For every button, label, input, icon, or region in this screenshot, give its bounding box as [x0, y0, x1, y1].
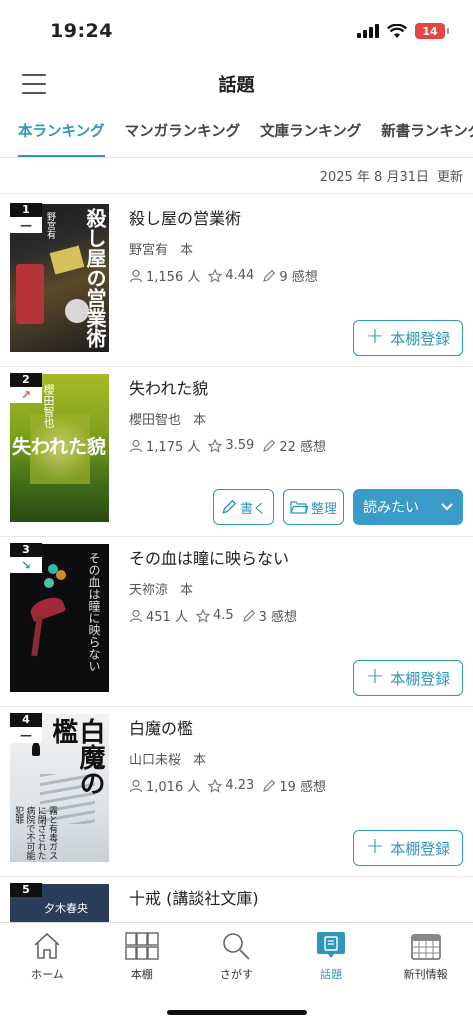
topic-icon — [314, 931, 348, 961]
person-icon — [129, 779, 143, 792]
pen-icon — [263, 269, 276, 282]
list-item[interactable]: 2 ↗ 櫻田智也 失われた貌 失われた貌 櫻田智也本 1,175 人 3.59 … — [0, 367, 473, 537]
wifi-icon — [387, 23, 407, 38]
star-icon — [208, 268, 223, 283]
list-item[interactable]: 3 ↘ その血は瞳に映らない その血は瞳に映らない 天祢涼本 451 人 4.5… — [0, 537, 473, 707]
plus-icon: + — [365, 834, 385, 859]
person-icon — [129, 439, 143, 452]
book-title[interactable]: その血は瞳に映らない — [129, 547, 463, 571]
book-author[interactable]: 櫻田智也 — [129, 413, 181, 428]
book-stats: 1,175 人 3.59 22 感想 — [129, 436, 463, 455]
tab-book-ranking[interactable]: 本ランキング — [18, 106, 105, 157]
bottom-tab-bar: ホーム 本棚 さがす 話題 新刊情報 — [0, 922, 473, 1024]
book-format: 本 — [180, 583, 194, 598]
star-icon — [195, 608, 210, 623]
signal-icon — [357, 24, 379, 38]
status-time: 19:24 — [50, 20, 113, 42]
book-format: 本 — [180, 243, 194, 258]
rank-badge: 2 ↗ — [10, 373, 42, 403]
book-stats: 451 人 4.5 3 感想 — [129, 606, 463, 625]
cover-title: 白魔の檻 — [47, 718, 105, 796]
home-indicator — [166, 1010, 307, 1015]
trend-same-icon: — — [10, 727, 42, 743]
add-to-shelf-button[interactable]: + 本棚登録 — [353, 320, 463, 356]
updated-date: 2025 年 8 月31日 — [319, 170, 429, 185]
person-icon — [129, 609, 143, 622]
tab-shinsho-ranking[interactable]: 新書ランキング — [381, 106, 473, 157]
tab-manga-ranking[interactable]: マンガランキング — [125, 106, 241, 157]
book-author[interactable]: 野宮有 — [129, 243, 168, 258]
calendar-icon — [409, 931, 443, 961]
trend-same-icon: — — [10, 217, 42, 233]
updated-label: 更新 — [436, 170, 463, 185]
cover-title: 失われた貌 — [12, 436, 107, 458]
tab-search[interactable]: さがす — [189, 923, 284, 1024]
tab-bunko-ranking[interactable]: 文庫ランキング — [260, 106, 361, 157]
want-to-read-button[interactable]: 読みたい — [353, 489, 463, 525]
tab-new-releases[interactable]: 新刊情報 — [378, 923, 473, 1024]
book-author[interactable]: 天祢涼 — [129, 583, 168, 598]
cover-title: その血は瞳に映らない — [87, 552, 101, 672]
book-stats: 1,016 人 4.23 19 感想 — [129, 776, 463, 795]
cover-copy: 霧と有毒ガスに閉ざされた病院で不可能犯罪 — [13, 806, 57, 860]
book-title[interactable]: 失われた貌 — [129, 377, 463, 401]
add-to-shelf-button[interactable]: + 本棚登録 — [353, 660, 463, 696]
rank-badge: 1 — — [10, 203, 42, 233]
page-title: 話題 — [218, 75, 255, 96]
list-item[interactable]: 1 — 殺し屋の営業術 野宮有 殺し屋の営業術 野宮有本 1,156 人 4.4… — [0, 197, 473, 367]
tab-bookshelf[interactable]: 本棚 — [95, 923, 190, 1024]
trend-down-icon: ↘ — [10, 557, 42, 573]
book-format: 本 — [193, 413, 207, 428]
battery-icon: 14 — [415, 23, 449, 39]
tab-home[interactable]: ホーム — [0, 923, 95, 1024]
cover-author: 櫻田智也 — [42, 384, 55, 428]
search-icon — [219, 931, 253, 961]
app-header: 話題 — [0, 62, 473, 106]
book-format: 本 — [193, 753, 207, 768]
cover-author: 夕木春央 — [44, 902, 88, 915]
pen-icon — [242, 609, 255, 622]
plus-icon: + — [365, 324, 385, 349]
pen-icon — [263, 779, 276, 792]
pen-icon — [222, 499, 237, 514]
chevron-down-icon — [441, 503, 453, 511]
book-title[interactable]: 十戒 (講談社文庫) — [129, 887, 463, 911]
list-item[interactable]: 4 — 白魔の檻 霧と有毒ガスに閉ざされた病院で不可能犯罪 白魔の檻 山口未桜本… — [0, 707, 473, 877]
folder-icon — [290, 501, 308, 514]
hamburger-menu-icon[interactable] — [22, 74, 46, 94]
pen-icon — [263, 439, 276, 452]
star-icon — [208, 778, 223, 793]
updated-line: 2025 年 8 月31日 更新 — [0, 158, 473, 194]
add-to-shelf-button[interactable]: + 本棚登録 — [353, 830, 463, 866]
rank-badge: 4 — — [10, 713, 42, 743]
book-author[interactable]: 山口未桜 — [129, 753, 181, 768]
book-title[interactable]: 白魔の檻 — [129, 717, 463, 741]
plus-icon: + — [365, 664, 385, 689]
rank-badge: 3 ↘ — [10, 543, 42, 573]
person-icon — [129, 269, 143, 282]
trend-up-icon: ↗ — [10, 387, 42, 403]
ranking-tabs: 本ランキング マンガランキング 文庫ランキング 新書ランキング — [0, 106, 473, 158]
star-icon — [208, 438, 223, 453]
status-bar: 19:24 14 — [0, 0, 473, 62]
cover-author: 野宮有 — [45, 212, 55, 239]
organize-button[interactable]: 整理 — [283, 489, 344, 525]
rank-badge: 5 — [10, 883, 42, 913]
cover-title: 殺し屋の営業術 — [83, 208, 107, 348]
ranking-list: 1 — 殺し屋の営業術 野宮有 殺し屋の営業術 野宮有本 1,156 人 4.4… — [0, 197, 473, 1024]
book-stats: 1,156 人 4.44 9 感想 — [129, 266, 463, 285]
book-title[interactable]: 殺し屋の営業術 — [129, 207, 463, 231]
write-review-button[interactable]: 書く — [213, 489, 274, 525]
bookshelf-icon — [125, 931, 159, 961]
tab-topic[interactable]: 話題 — [284, 923, 379, 1024]
home-icon — [30, 931, 64, 961]
